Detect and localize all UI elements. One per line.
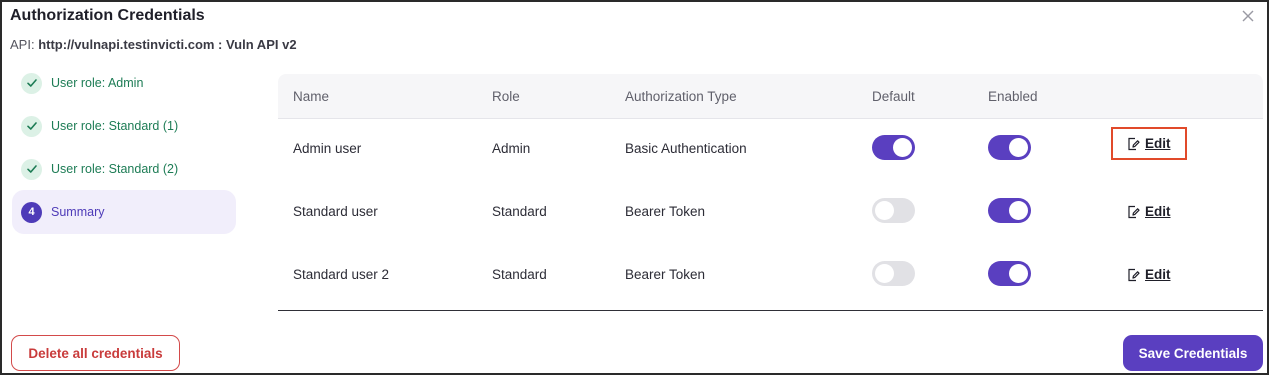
edit-icon [1128, 137, 1140, 150]
save-credentials-button[interactable]: Save Credentials [1123, 335, 1263, 371]
toggle-knob [875, 201, 894, 220]
edit-button[interactable]: Edit [1111, 127, 1187, 160]
toggle-knob [875, 264, 894, 283]
cell-role: Admin [492, 141, 531, 156]
toggle-knob [1009, 201, 1028, 220]
cell-auth-type: Bearer Token [625, 267, 706, 282]
enabled-toggle[interactable] [988, 135, 1031, 160]
table-row: Admin user Admin Basic Authentication Ed… [278, 119, 1263, 182]
api-prefix: API: [10, 37, 35, 52]
edit-icon [1128, 205, 1140, 218]
step-user-role-standard-1[interactable]: User role: Standard (1) [12, 106, 236, 146]
credentials-table: Name Role Authorization Type Default Ena… [278, 74, 1263, 311]
check-icon [21, 158, 42, 180]
table-bottom-divider [278, 310, 1263, 311]
delete-all-credentials-button[interactable]: Delete all credentials [11, 335, 180, 371]
toggle-knob [1009, 264, 1028, 283]
edit-button[interactable]: Edit [1127, 204, 1171, 219]
toggle-knob [1009, 138, 1028, 157]
edit-button[interactable]: Edit [1127, 267, 1171, 282]
cell-role: Standard [492, 267, 547, 282]
edit-icon [1128, 268, 1140, 281]
edit-label: Edit [1145, 204, 1171, 219]
cell-name: Admin user [293, 141, 362, 156]
step-label: User role: Standard (1) [51, 119, 179, 133]
api-url: http://vulnapi.testinvicti.com : Vuln AP… [38, 37, 297, 52]
cell-auth-type: Basic Authentication [625, 141, 747, 156]
table-row: Standard user 2 Standard Bearer Token Ed… [278, 245, 1263, 308]
cell-name: Standard user [293, 204, 378, 219]
check-icon [21, 72, 42, 94]
default-toggle[interactable] [872, 198, 915, 223]
cell-role: Standard [492, 204, 547, 219]
api-subtitle: API: http://vulnapi.testinvicti.com : Vu… [10, 37, 297, 52]
dialog-title: Authorization Credentials [10, 7, 205, 24]
enabled-toggle[interactable] [988, 198, 1031, 223]
step-summary[interactable]: 4 Summary [12, 190, 236, 234]
enabled-toggle[interactable] [988, 261, 1031, 286]
cell-name: Standard user 2 [293, 267, 390, 282]
default-toggle[interactable] [872, 135, 915, 160]
table-header: Name Role Authorization Type Default Ena… [278, 74, 1263, 119]
header-role: Role [492, 89, 520, 104]
step-label: User role: Admin [51, 76, 144, 90]
table-row: Standard user Standard Bearer Token Edit [278, 182, 1263, 245]
cell-auth-type: Bearer Token [625, 204, 706, 219]
header-name: Name [293, 89, 330, 104]
step-user-role-standard-2[interactable]: User role: Standard (2) [12, 149, 236, 189]
default-toggle[interactable] [872, 261, 915, 286]
step-label: Summary [51, 205, 105, 219]
close-icon[interactable] [1240, 8, 1256, 24]
edit-label: Edit [1145, 267, 1171, 282]
step-user-role-admin[interactable]: User role: Admin [12, 63, 236, 103]
toggle-knob [893, 138, 912, 157]
header-authorization-type: Authorization Type [625, 89, 737, 104]
header-enabled: Enabled [988, 89, 1038, 104]
header-default: Default [872, 89, 915, 104]
edit-label: Edit [1145, 136, 1171, 151]
check-icon [21, 115, 42, 137]
authorization-credentials-dialog: Authorization Credentials API: http://vu… [0, 0, 1269, 375]
step-number-badge: 4 [21, 201, 42, 223]
step-label: User role: Standard (2) [51, 162, 179, 176]
